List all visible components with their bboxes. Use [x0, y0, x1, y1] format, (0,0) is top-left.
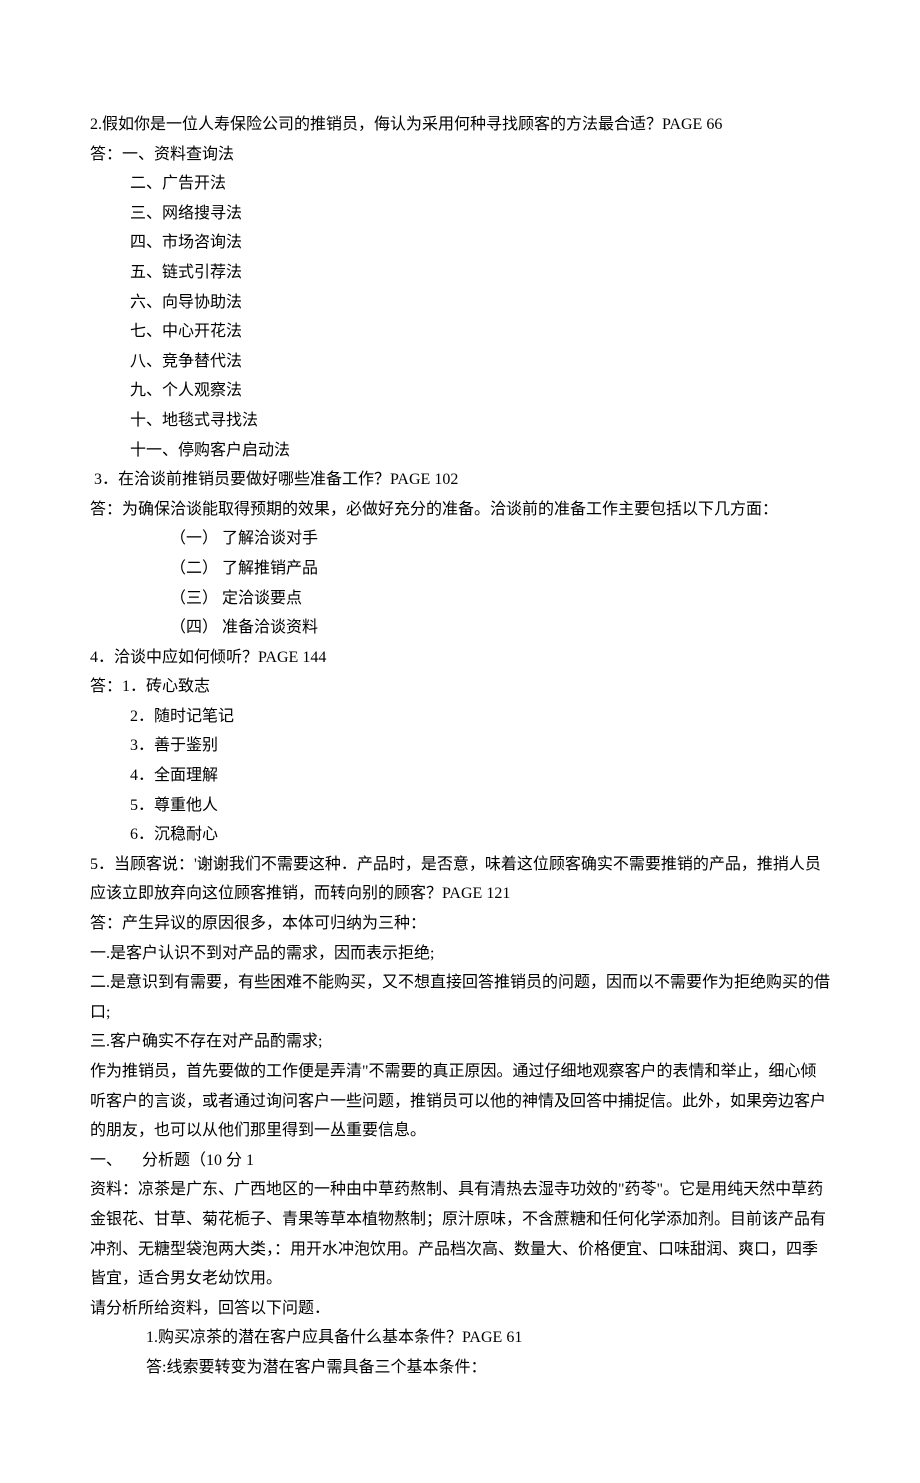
q4-prompt: 4．洽谈中应如何倾听？PAGE 144	[90, 643, 830, 673]
q3-answer-lead: 答：为确保洽谈能取得预期的效果，必做好充分的准备。洽谈前的准备工作主要包括以下几…	[90, 495, 830, 525]
q4-item: 5．尊重他人	[90, 791, 830, 821]
analysis-instruction: 请分析所给资料，回答以下问题．	[90, 1294, 830, 1324]
q4-item: 6．沉稳耐心	[90, 820, 830, 850]
q4-answer-lead: 答：1．砖心致志	[90, 672, 830, 702]
q2-item: 七、中心开花法	[90, 317, 830, 347]
q3-item: （四） 准备洽谈资料	[90, 613, 830, 643]
analysis-header: 一、 分析题（10 分 1	[90, 1146, 830, 1176]
q3-item: （二） 了解推销产品	[90, 554, 830, 584]
q2-item: 六、向导协助法	[90, 288, 830, 318]
q2-item: 三、网络搜寻法	[90, 199, 830, 229]
q4-item: 2．随时记笔记	[90, 702, 830, 732]
q5-item: 三.客户确实不存在对产品酌需求;	[90, 1027, 830, 1057]
q3-prompt: 3．在洽谈前推销员要做好哪些准备工作？PAGE 102	[90, 465, 830, 495]
q2-item: 五、链式引荐法	[90, 258, 830, 288]
q5-item: 二.是意识到有需要，有些困难不能购买，又不想直接回答推销员的问题，因而以不需要作…	[90, 968, 830, 1027]
q2-item: 十、地毯式寻找法	[90, 406, 830, 436]
q5-answer-lead: 答：产生异议的原因很多，本体可归纳为三种：	[90, 909, 830, 939]
q5-item: 一.是客户认识不到对产品的需求，因而表示拒绝;	[90, 939, 830, 969]
analysis-sub1: 1.购买凉茶的潜在客户应具备什么基本条件？PAGE 61	[90, 1323, 830, 1353]
q4-item: 3．善于鉴别	[90, 731, 830, 761]
q2-item: 四、市场咨询法	[90, 228, 830, 258]
q2-answer-lead: 答：一、资料查询法	[90, 140, 830, 170]
q2-item: 二、广告开法	[90, 169, 830, 199]
q2-item: 十一、停购客户启动法	[90, 436, 830, 466]
q5-tail: 作为推销员，首先要做的工作便是弄清"不需要的真正原因。通过仔细地观察客户的表情和…	[90, 1057, 830, 1146]
q3-item: （一） 了解洽谈对手	[90, 524, 830, 554]
q2-item: 九、个人观察法	[90, 376, 830, 406]
q2-prompt: 2.假如你是一位人寿保险公司的推销员，侮认为采用何种寻找顾客的方法最合适？PAG…	[90, 110, 830, 140]
q2-item: 八、竞争替代法	[90, 347, 830, 377]
q5-prompt: 5．当顾客说：'谢谢我们不需要这种．产品时，是否意，味着这位顾客确实不需要推销的…	[90, 850, 830, 909]
analysis-material: 资料：凉茶是广东、广西地区的一种由中草药熬制、具有清热去湿寺功效的"药苓"。它是…	[90, 1175, 830, 1293]
q3-item: （三） 定洽谈要点	[90, 584, 830, 614]
analysis-sub1-answer: 答:线索要转变为潜在客户需具备三个基本条件：	[90, 1353, 830, 1383]
q4-item: 4．全面理解	[90, 761, 830, 791]
